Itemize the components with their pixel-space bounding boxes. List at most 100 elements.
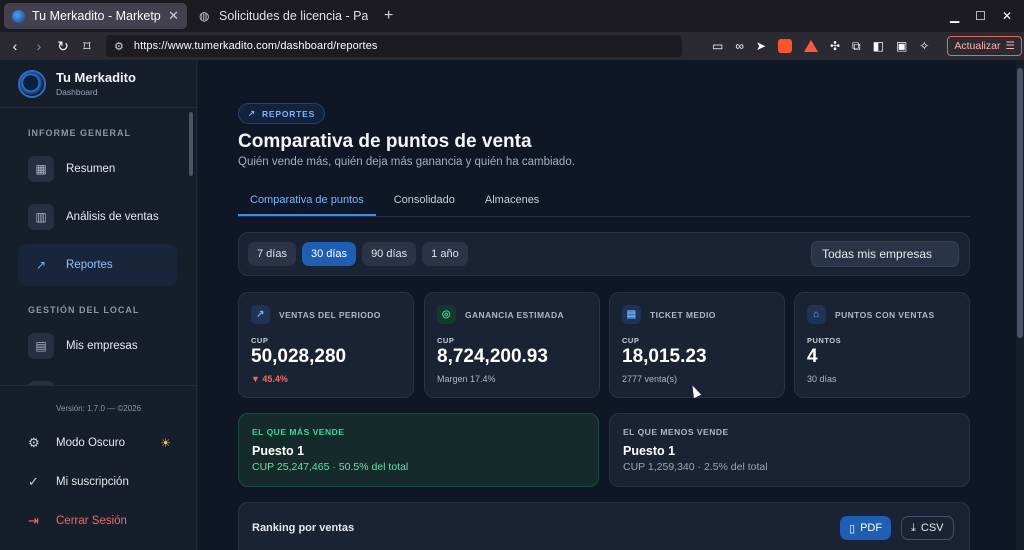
brave-shield-icon[interactable] (777, 39, 792, 53)
pdf-label: PDF (860, 522, 883, 534)
update-label: Actualizar (954, 40, 1001, 52)
trend-icon: ↗ (35, 258, 47, 272)
browser-nav-bar: ‹ › ↻ ⌑ ⚙ https://www.tumerkadito.com/da… (0, 32, 1024, 60)
kpi-label: PUNTOS CON VENTAS (835, 309, 935, 320)
gear-icon: ⚙ (28, 434, 40, 450)
logout-button[interactable]: ⇥ Cerrar Sesión (0, 501, 197, 540)
sidebar-item-analisis[interactable]: ▥ Análisis de ventas (18, 196, 177, 238)
ranking-title: Ranking por ventas (252, 522, 355, 534)
tab-almacenes[interactable]: Almacenes (473, 186, 551, 216)
file-icon: ▯ (849, 522, 856, 535)
incognito-icon[interactable]: ∞ (735, 39, 744, 53)
tab-title: Solicitudes de licencia - Panel (219, 9, 368, 23)
maximize-icon[interactable]: ☐ (975, 9, 986, 23)
window-controls: ▁ ☐ ✕ (950, 9, 1024, 23)
close-window-icon[interactable]: ✕ (1002, 9, 1012, 23)
csv-label: CSV (920, 522, 944, 534)
reload-icon[interactable]: ↻ (54, 37, 72, 55)
leo-icon[interactable]: ✧ (919, 39, 929, 53)
brand[interactable]: Tu Merkadito Dashboard (0, 60, 196, 108)
screen-icon[interactable]: ▭ (712, 39, 723, 53)
rewards-icon[interactable] (803, 40, 818, 52)
forward-icon[interactable]: › (30, 37, 48, 55)
dark-mode-label: Modo Oscuro (56, 436, 126, 449)
sidebar-item-empresas[interactable]: ▤ Mis empresas (18, 325, 177, 367)
csv-button[interactable]: ⤓ CSV (901, 516, 954, 540)
address-bar[interactable]: ⚙ https://www.tumerkadito.com/dashboard/… (106, 35, 682, 57)
sidebar: Tu Merkadito Dashboard INFORME GENERAL ▦… (0, 60, 197, 550)
brand-name: Tu Merkadito (56, 70, 136, 85)
period-90-dias[interactable]: 90 días (362, 242, 417, 266)
pdf-button[interactable]: ▯ PDF (840, 516, 892, 540)
tab-comparativa[interactable]: Comparativa de puntos (238, 186, 376, 216)
period-30-dias[interactable]: 30 días (301, 242, 357, 266)
period-1-ano[interactable]: 1 año (422, 242, 468, 266)
best-detail: CUP 25,247,465 · 50.5% del total (252, 461, 409, 473)
kpi-value: 8,724,200.93 (437, 346, 548, 367)
sidebar-item-reportes[interactable]: ↗ Reportes (18, 244, 177, 286)
back-icon[interactable]: ‹ (6, 37, 24, 55)
sidebar-scrollbar[interactable] (189, 112, 193, 176)
brand-subtitle: Dashboard (56, 87, 98, 97)
wallet-icon[interactable]: ▣ (896, 39, 907, 53)
sidebar-toggle-icon[interactable]: ◧ (873, 39, 884, 53)
extensions-icon[interactable]: ✣ (830, 39, 840, 53)
company-select[interactable]: Todas mis empresas (811, 241, 959, 267)
best-seller-card: EL QUE MÁS VENDE Puesto 1 CUP 25,247,465… (238, 413, 599, 487)
update-button[interactable]: Actualizar ☰ (947, 36, 1022, 56)
sidebar-item-label: Resumen (66, 163, 116, 175)
kpi-note: 2777 venta(s) (622, 374, 678, 384)
browser-tab-bar: Tu Merkadito - Marketpla ✕ ◍ Solicitudes… (0, 0, 1024, 32)
kpi-value: 4 (807, 346, 818, 367)
page-title: Comparativa de puntos de venta (238, 131, 532, 152)
browser-toolbar: ▭ ∞ ➤ ✣ ⧉ ◧ ▣ ✧ Actualizar ☰ (712, 36, 1022, 56)
url-text: https://www.tumerkadito.com/dashboard/re… (133, 40, 378, 52)
subscription-label: Mi suscripción (56, 475, 129, 488)
screenshot-icon[interactable]: ⧉ (852, 39, 861, 54)
sidebar-item-partial[interactable] (18, 373, 177, 385)
logo-icon (18, 69, 46, 98)
tab-consolidado[interactable]: Consolidado (382, 186, 467, 216)
page-scrollbar[interactable] (1016, 60, 1024, 550)
coins-icon: ◎ (437, 305, 456, 324)
subscription-link[interactable]: ✓ Mi suscripción (0, 462, 197, 501)
browser-tab-active[interactable]: Tu Merkadito - Marketpla ✕ (4, 3, 187, 29)
section-gestion-local: GESTIÓN DEL LOCAL (28, 305, 140, 315)
kpi-value: 18,015.23 (622, 346, 707, 367)
dark-mode-toggle[interactable]: ⚙ Modo Oscuro ☀ (0, 423, 197, 462)
best-title: Puesto 1 (252, 444, 305, 458)
worst-title: Puesto 1 (623, 444, 676, 458)
download-icon: ⤓ (911, 521, 916, 534)
tab-title: Tu Merkadito - Marketpla (32, 9, 162, 23)
close-tab-icon[interactable]: ✕ (168, 8, 179, 24)
kpi-puntos: ⌂ PUNTOS CON VENTAS PUNTOS 4 30 días (794, 292, 970, 398)
section-informe-general: INFORME GENERAL (28, 128, 132, 138)
grid-icon: ▦ (28, 156, 54, 182)
main-content: ↗ REPORTES Comparativa de puntos de vent… (198, 60, 1016, 550)
minimize-icon[interactable]: ▁ (950, 9, 959, 23)
browser-tab-inactive[interactable]: ◍ Solicitudes de licencia - Panel (191, 3, 376, 29)
page-scrollbar-thumb[interactable] (1017, 68, 1023, 338)
site-settings-icon[interactable]: ⚙ (114, 40, 124, 53)
kpi-label: GANANCIA ESTIMADA (465, 309, 565, 320)
kpi-note: 30 días (807, 374, 837, 384)
version-text: Versión: 1.7.0 — ©2026 (55, 404, 142, 413)
page-subtitle: Quién vende más, quién deja más ganancia… (238, 156, 575, 168)
check-circle-icon: ✓ (28, 473, 39, 489)
kpi-label: VENTAS DEL PERIODO (279, 309, 381, 320)
report-tabs: Comparativa de puntos Consolidado Almace… (238, 186, 970, 217)
menu-icon: ☰ (1005, 40, 1015, 52)
sidebar-item-resumen[interactable]: ▦ Resumen (18, 148, 177, 190)
send-icon[interactable]: ➤ (756, 39, 766, 53)
new-tab-button[interactable]: + (384, 7, 393, 25)
period-7-dias[interactable]: 7 días (248, 242, 296, 266)
reportes-badge: ↗ REPORTES (238, 103, 326, 124)
worst-detail: CUP 1,259,340 · 2.5% del total (623, 461, 768, 473)
kpi-note: Margen 17.4% (437, 374, 496, 384)
bookmark-icon[interactable]: ⌑ (78, 37, 96, 55)
kpi-currency: CUP (622, 336, 640, 345)
sidebar-nav: INFORME GENERAL ▦ Resumen ▥ Análisis de … (0, 109, 197, 385)
sun-icon[interactable]: ☀ (160, 436, 171, 450)
site-favicon-icon (12, 9, 25, 23)
filter-bar: 7 días 30 días 90 días 1 año Todas mis e… (238, 232, 970, 276)
